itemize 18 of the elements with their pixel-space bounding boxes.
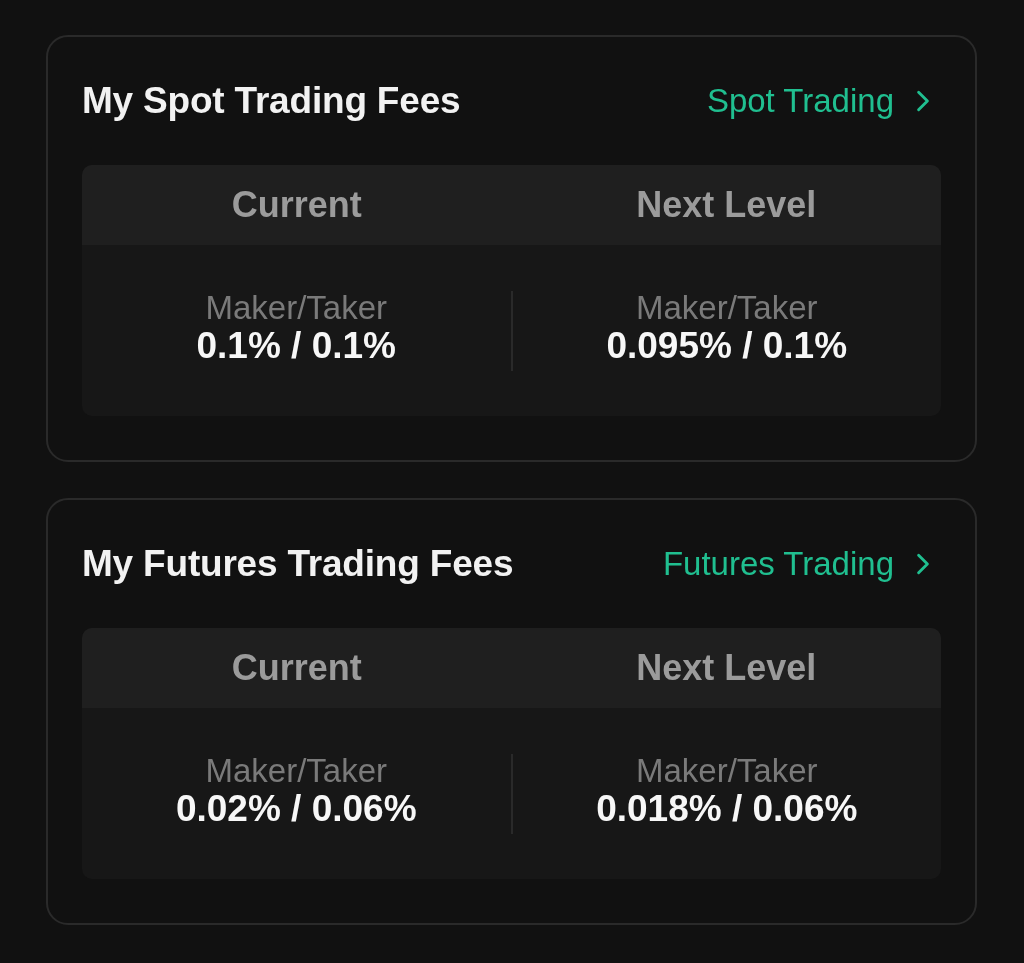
fee-label: Maker/Taker [205, 752, 388, 789]
column-heading: Next Level [635, 183, 818, 227]
chevron-right-icon [916, 90, 930, 112]
fee-value: 0.1% / 0.1% [196, 325, 396, 366]
column-heading: Current [230, 183, 363, 227]
fee-value: 0.095% / 0.1% [606, 325, 848, 366]
card-title: My Spot Trading Fees [82, 80, 461, 122]
chevron-right-icon [916, 553, 930, 575]
fee-value: 0.02% / 0.06% [175, 788, 417, 829]
trading-link[interactable]: Futures Trading [662, 545, 930, 583]
fee-label: Maker/Taker [205, 289, 388, 326]
card-title: My Futures Trading Fees [82, 543, 514, 585]
fee-label: Maker/Taker [635, 289, 818, 326]
fee-label: Maker/Taker [635, 752, 818, 789]
fee-value: 0.018% / 0.06% [596, 788, 858, 829]
trading-link[interactable]: Spot Trading [706, 82, 930, 120]
column-heading: Next Level [635, 646, 818, 690]
column-heading: Current [230, 646, 363, 690]
